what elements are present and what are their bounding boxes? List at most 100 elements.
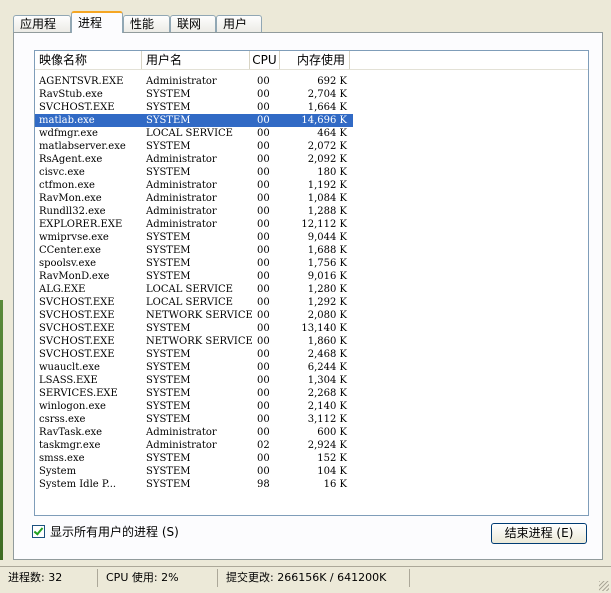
process-row[interactable]: SVCHOST.EXE SYSTEM 00 13,140 K: [35, 322, 588, 335]
process-cpu: 00: [257, 375, 270, 386]
process-cpu: 00: [257, 232, 270, 243]
process-user-name: SYSTEM: [146, 375, 191, 386]
tab-networking[interactable]: 联网: [170, 15, 216, 32]
process-row[interactable]: wdfmgr.exe LOCAL SERVICE 00 464 K: [35, 127, 588, 140]
process-row[interactable]: taskmgr.exe Administrator 02 2,924 K: [35, 439, 588, 452]
process-memory: 464 K: [317, 128, 347, 139]
process-image-name: ALG.EXE: [39, 284, 86, 295]
process-cpu: 00: [257, 284, 270, 295]
process-image-name: SVCHOST.EXE: [39, 297, 115, 308]
process-image-name: wmiprvse.exe: [39, 232, 109, 243]
process-image-name: matlabserver.exe: [39, 141, 126, 152]
process-user-name: SYSTEM: [146, 453, 191, 464]
process-row[interactable]: LSASS.EXE SYSTEM 00 1,304 K: [35, 374, 588, 387]
process-image-name: SVCHOST.EXE: [39, 102, 115, 113]
process-row[interactable]: matlabserver.exe SYSTEM 00 2,072 K: [35, 140, 588, 153]
process-row[interactable]: SVCHOST.EXE LOCAL SERVICE 00 1,292 K: [35, 296, 588, 309]
process-cpu: 00: [257, 388, 270, 399]
process-cpu: 00: [257, 271, 270, 282]
process-user-name: Administrator: [146, 154, 217, 165]
tab-applications[interactable]: 应用程序: [13, 15, 71, 48]
process-row[interactable]: ctfmon.exe Administrator 00 1,192 K: [35, 179, 588, 192]
desktop-background: [0, 300, 3, 560]
process-row[interactable]: smss.exe SYSTEM 00 152 K: [35, 452, 588, 465]
show-all-users-option[interactable]: 显示所有用户的进程 (S): [32, 523, 179, 539]
process-user-name: SYSTEM: [146, 466, 191, 477]
process-row[interactable]: matlab.exe SYSTEM 00 14,696 K: [35, 114, 353, 127]
process-image-name: SVCHOST.EXE: [39, 336, 115, 347]
process-row[interactable]: wuauclt.exe SYSTEM 00 6,244 K: [35, 361, 588, 374]
process-memory: 2,268 K: [307, 388, 347, 399]
process-row[interactable]: Rundll32.exe Administrator 00 1,288 K: [35, 205, 588, 218]
process-user-name: Administrator: [146, 427, 217, 438]
process-row[interactable]: System SYSTEM 00 104 K: [35, 465, 588, 478]
process-image-name: spoolsv.exe: [39, 258, 97, 269]
column-header-memory[interactable]: 内存使用: [280, 51, 350, 69]
process-row[interactable]: RavMonD.exe SYSTEM 00 9,016 K: [35, 270, 588, 283]
process-cpu: 00: [257, 245, 270, 256]
process-row[interactable]: SERVICES.EXE SYSTEM 00 2,268 K: [35, 387, 588, 400]
process-image-name: RavTask.exe: [39, 427, 103, 438]
process-row[interactable]: RavMon.exe Administrator 00 1,084 K: [35, 192, 588, 205]
process-cpu: 00: [257, 401, 270, 412]
column-header-user-name[interactable]: 用户名: [142, 51, 250, 69]
process-cpu: 00: [257, 167, 270, 178]
process-user-name: LOCAL SERVICE: [146, 297, 233, 308]
process-image-name: matlab.exe: [39, 115, 95, 126]
tab-processes[interactable]: 进程: [71, 11, 123, 33]
tab-performance[interactable]: 性能: [123, 15, 170, 32]
process-row[interactable]: RavTask.exe Administrator 00 600 K: [35, 426, 588, 439]
process-image-name: SVCHOST.EXE: [39, 349, 115, 360]
column-header-cpu[interactable]: CPU: [250, 51, 280, 69]
process-row[interactable]: SVCHOST.EXE NETWORK SERVICE 00 2,080 K: [35, 309, 588, 322]
process-user-name: SYSTEM: [146, 89, 191, 100]
process-image-name: wdfmgr.exe: [39, 128, 98, 139]
tab-strip: 应用程序 进程 性能 联网 用户: [13, 11, 603, 48]
process-memory: 1,688 K: [307, 245, 347, 256]
process-user-name: SYSTEM: [146, 479, 191, 490]
process-user-name: Administrator: [146, 76, 217, 87]
process-row[interactable]: SVCHOST.EXE SYSTEM 00 2,468 K: [35, 348, 588, 361]
process-memory: 2,080 K: [307, 310, 347, 321]
process-row[interactable]: RsAgent.exe Administrator 00 2,092 K: [35, 153, 588, 166]
show-all-users-checkbox[interactable]: [32, 524, 45, 538]
process-memory: 692 K: [317, 76, 347, 87]
column-header-image-name[interactable]: 映像名称: [35, 51, 142, 69]
tab-users[interactable]: 用户: [216, 15, 262, 32]
resize-grip[interactable]: [599, 581, 609, 591]
process-row[interactable]: SVCHOST.EXE SYSTEM 00 1,664 K: [35, 101, 588, 114]
process-list[interactable]: 映像名称 用户名 CPU 内存使用 AGENTSVR.EXE Administra…: [34, 50, 589, 516]
process-memory: 13,140 K: [301, 323, 347, 334]
status-cpu-usage: CPU 使用: 2%: [100, 569, 218, 587]
process-cpu: 00: [257, 310, 270, 321]
process-memory: 600 K: [317, 427, 347, 438]
process-image-name: AGENTSVR.EXE: [39, 76, 124, 87]
process-user-name: SYSTEM: [146, 102, 191, 113]
process-image-name: winlogon.exe: [39, 401, 106, 412]
process-row[interactable]: csrss.exe SYSTEM 00 3,112 K: [35, 413, 588, 426]
process-row[interactable]: ALG.EXE LOCAL SERVICE 00 1,280 K: [35, 283, 588, 296]
process-memory: 1,664 K: [307, 102, 347, 113]
process-row[interactable]: winlogon.exe SYSTEM 00 2,140 K: [35, 400, 588, 413]
process-row[interactable]: SVCHOST.EXE NETWORK SERVICE 00 1,860 K: [35, 335, 588, 348]
process-row[interactable]: CCenter.exe SYSTEM 00 1,688 K: [35, 244, 588, 257]
process-cpu: 00: [257, 141, 270, 152]
process-row[interactable]: spoolsv.exe SYSTEM 00 1,756 K: [35, 257, 588, 270]
column-header-row: 映像名称 用户名 CPU 内存使用: [35, 51, 588, 70]
process-row[interactable]: wmiprvse.exe SYSTEM 00 9,044 K: [35, 231, 588, 244]
process-image-name: Rundll32.exe: [39, 206, 106, 217]
process-user-name: Administrator: [146, 440, 217, 451]
process-cpu: 00: [257, 128, 270, 139]
process-row[interactable]: cisvc.exe SYSTEM 00 180 K: [35, 166, 588, 179]
process-row[interactable]: RavStub.exe SYSTEM 00 2,704 K: [35, 88, 588, 101]
process-memory: 9,044 K: [307, 232, 347, 243]
process-memory: 3,112 K: [307, 414, 347, 425]
end-process-button[interactable]: 结束进程 (E): [491, 523, 587, 544]
process-image-name: SVCHOST.EXE: [39, 323, 115, 334]
process-row[interactable]: EXPLORER.EXE Administrator 00 12,112 K: [35, 218, 588, 231]
process-row[interactable]: System Idle P... SYSTEM 98 16 K: [35, 478, 588, 491]
process-user-name: SYSTEM: [146, 167, 191, 178]
process-row[interactable]: AGENTSVR.EXE Administrator 00 692 K: [35, 75, 588, 88]
menu-bar[interactable]: [0, 0, 611, 8]
process-memory: 152 K: [317, 453, 347, 464]
